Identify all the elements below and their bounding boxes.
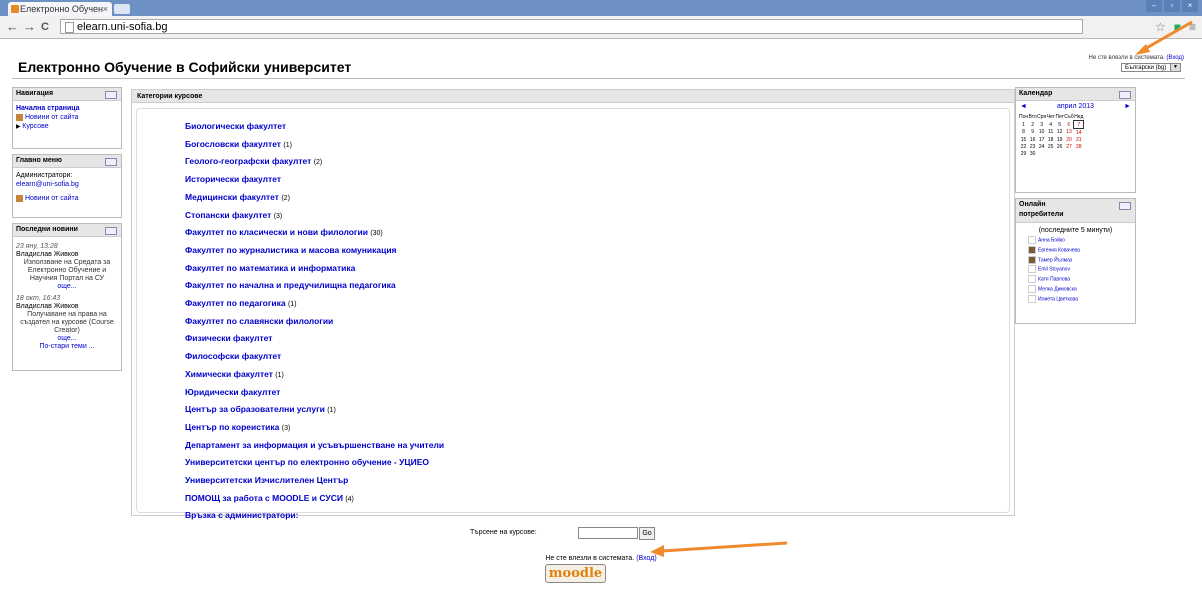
annotation-arrows [650, 20, 1193, 557]
arrow-annotation-bottom [650, 541, 788, 557]
arrow-annotation-top [1135, 20, 1193, 55]
